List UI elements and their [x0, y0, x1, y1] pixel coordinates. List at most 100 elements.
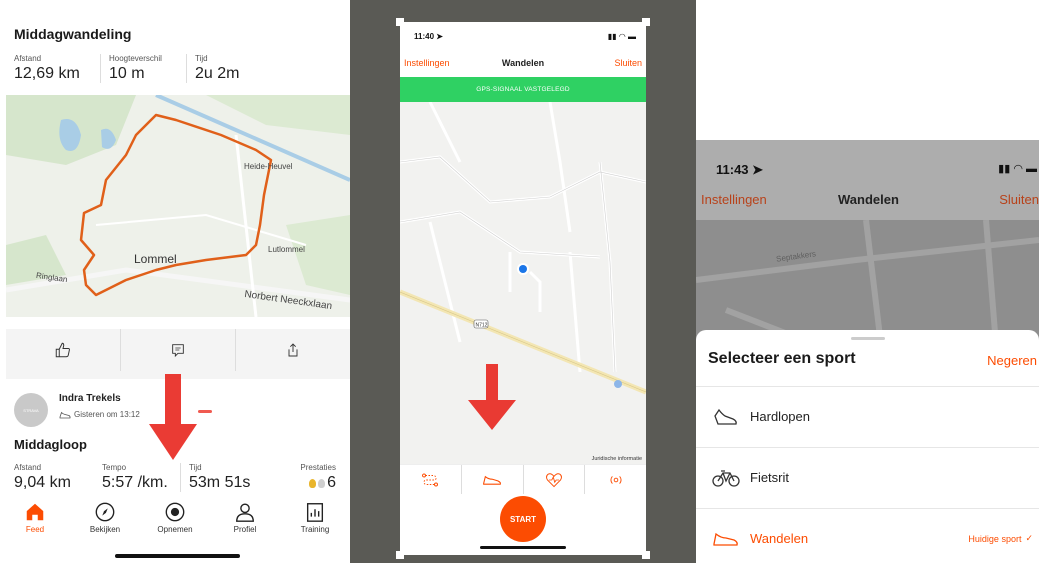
activity-title[interactable]: Middagwandeling: [14, 26, 131, 42]
tab-profile[interactable]: Profiel: [210, 497, 280, 549]
stat-label: Prestaties: [300, 463, 336, 472]
sport-option-walk[interactable]: Wandelen Huidige sport ✓: [696, 508, 1039, 563]
annotation-arrow-icon: [468, 364, 516, 430]
medal-silver-icon: [318, 478, 326, 488]
stat-value: 5:57 /km.: [102, 474, 168, 491]
tab-label: Training: [300, 525, 330, 534]
stat-label: Tempo: [102, 463, 127, 472]
crop-handle[interactable]: [396, 551, 404, 559]
heart-icon: [545, 472, 562, 487]
tab-feed[interactable]: Feed: [0, 497, 70, 549]
status-time: 11:40 ➤: [414, 32, 443, 41]
annotation-arrow-icon: [149, 374, 197, 460]
post-time: Gisteren om 13:12: [59, 410, 140, 419]
feed-panel: Middagwandeling Afstand 12,69 km Hoogtev…: [0, 0, 350, 563]
status-time-text: 11:40: [414, 32, 435, 41]
activity-stats: Afstand 9,04 km Tempo 5:57 /km. Tijd 53m…: [14, 463, 344, 492]
route-map-graphic: [6, 95, 350, 317]
sport-option-run[interactable]: Hardlopen: [696, 386, 1039, 446]
kudos-button[interactable]: [6, 329, 120, 371]
map-label: Lutlommel: [268, 245, 305, 254]
road-tag: N712: [476, 323, 488, 329]
street-map-graphic: N712: [400, 102, 646, 464]
gps-status-banner: GPS-SIGNAAL VASTGELEGD: [400, 77, 646, 102]
legal-link[interactable]: Juridische informatie: [592, 456, 642, 462]
share-button[interactable]: [235, 329, 350, 371]
stat-achievements: Prestaties 6: [292, 463, 344, 492]
post-actions: [6, 329, 350, 371]
close-button[interactable]: Sluiten: [614, 58, 642, 68]
tab-training[interactable]: Training: [280, 497, 350, 549]
tab-label: Profiel: [233, 525, 257, 534]
thumbs-up-icon: [55, 342, 70, 358]
route-icon: [422, 473, 439, 486]
tab-label: Opnemen: [157, 525, 193, 534]
map-label: Heide-Heuvel: [244, 162, 293, 171]
beacon-button[interactable]: [584, 465, 646, 494]
stat-value: 9,04 km: [14, 474, 71, 491]
bike-icon: [712, 469, 740, 487]
dimmed-map: Septakkers: [696, 220, 1039, 345]
settings-button[interactable]: Instellingen: [701, 192, 767, 207]
activity-title[interactable]: Middagloop: [14, 437, 87, 452]
avatar[interactable]: STRAVA: [14, 393, 48, 427]
status-icons: ▮▮ ◠ ▬: [998, 163, 1037, 175]
medal-gold-icon: [309, 478, 317, 488]
tab-explore[interactable]: Bekijken: [70, 497, 140, 549]
sport-label: Wandelen: [750, 531, 809, 546]
bottom-tab-bar: Feed Bekijken Opnemen Profiel Training: [0, 497, 350, 549]
sheet-handle[interactable]: [851, 337, 885, 340]
heart-rate-button[interactable]: [522, 465, 585, 494]
user-name[interactable]: Indra Trekels: [59, 393, 121, 404]
checkmark-icon: ✓: [1025, 533, 1033, 543]
activity-map[interactable]: Heide-Heuvel Lommel Lutlommel Ringlaan N…: [6, 95, 350, 317]
current-sport-badge: Huidige sport ✓: [968, 533, 1033, 544]
stat-distance: Afstand 12,69 km: [14, 54, 100, 83]
sport-option-bike[interactable]: Fietsrit: [696, 447, 1039, 507]
nav-bar: Instellingen Wandelen Sluiten: [400, 56, 646, 76]
tab-record[interactable]: Opnemen: [140, 497, 210, 549]
stat-distance: Afstand 9,04 km: [14, 463, 94, 492]
share-icon: [288, 343, 298, 357]
chart-icon: [306, 503, 324, 522]
comment-button[interactable]: [120, 329, 235, 371]
page-title: Wandelen: [501, 58, 545, 68]
ignore-button[interactable]: Negeren: [987, 353, 1037, 368]
status-icons: ▮▮ ◠ ▬: [607, 32, 636, 41]
record-icon: [165, 502, 185, 522]
sport-select-button[interactable]: [460, 465, 523, 494]
status-time-text: 11:43: [716, 162, 749, 177]
crop-handle[interactable]: [642, 18, 650, 26]
dimmed-header: 11:43 ➤ ▮▮ ◠ ▬ Instellingen Wandelen Slu…: [696, 140, 1039, 220]
page-title: Wandelen: [838, 192, 899, 207]
beacon-icon: [610, 475, 622, 484]
stat-label: Hoogteverschil: [109, 54, 162, 63]
stat-label: Afstand: [14, 54, 42, 63]
crop-handle[interactable]: [642, 551, 650, 559]
crop-handle[interactable]: [396, 18, 404, 26]
avatar-text: STRAVA: [23, 408, 39, 413]
tab-label: Feed: [25, 525, 45, 534]
sport-label: Fietsrit: [750, 470, 789, 485]
tab-label: Bekijken: [89, 525, 121, 534]
stat-time: Tijd 53m 51s: [180, 463, 292, 492]
achievements-value: 6: [300, 474, 336, 492]
start-button[interactable]: START: [500, 496, 546, 542]
status-time: 11:43 ➤: [716, 162, 764, 177]
route-button[interactable]: [400, 465, 461, 494]
home-indicator: [480, 546, 566, 549]
stat-value: 2u 2m: [195, 65, 240, 82]
shoe-icon: [59, 411, 71, 418]
record-options-bar: [400, 464, 646, 494]
current-sport-text: Huidige sport: [968, 533, 1022, 544]
stat-pace: Tempo 5:57 /km.: [94, 463, 180, 492]
sheet-title: Selecteer een sport: [708, 350, 856, 367]
record-map[interactable]: N712 Juridische informatie: [400, 102, 646, 464]
person-icon: [236, 503, 254, 522]
stat-elevation: Hoogteverschil 10 m: [100, 54, 186, 83]
record-panel: 11:40 ➤ ▮▮ ◠ ▬ Instellingen Wandelen Slu…: [350, 0, 696, 563]
activity-stats: Afstand 12,69 km Hoogteverschil 10 m Tij…: [14, 54, 272, 83]
close-button[interactable]: Sluiten: [999, 192, 1039, 207]
walking-shoe-icon: [483, 475, 502, 485]
shoe-icon: [714, 408, 737, 425]
